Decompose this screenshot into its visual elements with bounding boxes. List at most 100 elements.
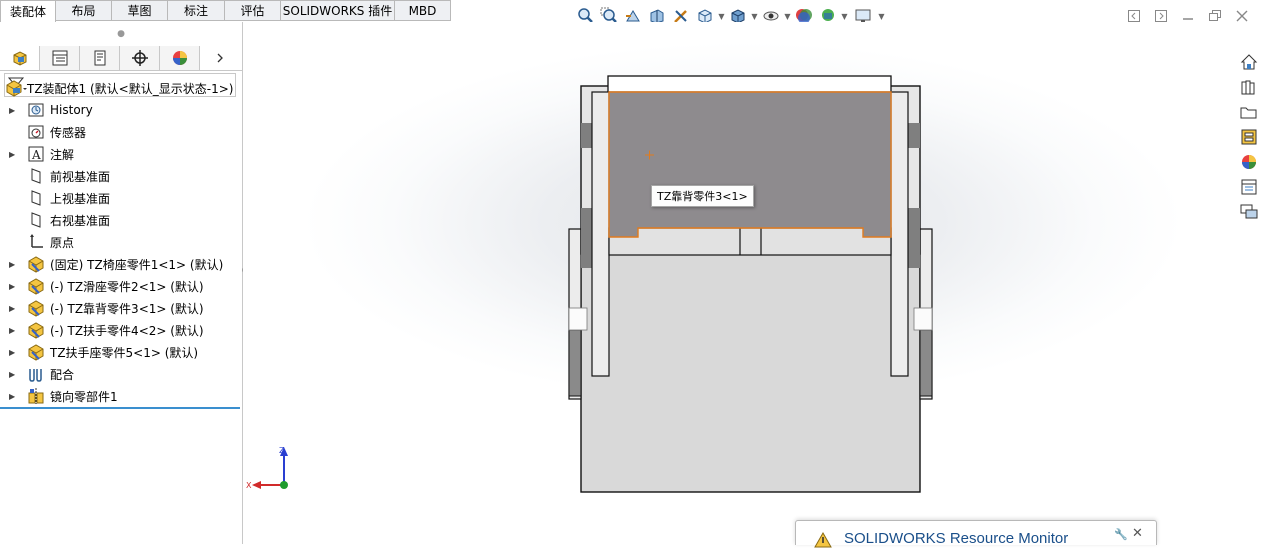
tree-item[interactable]: 右视基准面 — [0, 209, 242, 231]
tree-item-label: 配合 — [50, 367, 75, 382]
part-icon — [27, 343, 45, 361]
right-arm-shade — [919, 329, 933, 397]
left-frame-shade-2 — [581, 208, 593, 268]
view-palette-icon[interactable] — [1237, 125, 1261, 149]
feature-manager-tabs — [0, 46, 242, 71]
property-manager-tab-icon[interactable] — [40, 46, 80, 70]
tree-item[interactable]: 上视基准面 — [0, 187, 242, 209]
tree-end-marker — [0, 407, 240, 409]
tree-item[interactable]: ▶ 配合 — [0, 363, 242, 385]
left-arm-shade — [568, 329, 582, 397]
tree-item-label: 注解 — [50, 147, 75, 162]
tree-item[interactable]: ▶ (-) TZ滑座零件2<1> (默认) — [0, 275, 242, 297]
expand-arrow-icon[interactable]: ▶ — [9, 260, 17, 269]
custom-properties-icon[interactable] — [1237, 175, 1261, 199]
tab-sketch[interactable]: 草图 — [112, 0, 168, 21]
tab-assembly[interactable]: 装配体 — [0, 0, 56, 22]
expand-arrow-icon[interactable]: ▶ — [9, 106, 17, 115]
tab-markup[interactable]: 标注 — [168, 0, 225, 21]
reference-triad: Z X — [245, 442, 295, 497]
triad-z-label: Z — [279, 446, 285, 455]
component-tooltip: TZ靠背零件3<1> — [651, 185, 754, 207]
left-hinge — [568, 307, 588, 331]
tree-item-label: 右视基准面 — [50, 213, 111, 228]
close-popup-icon[interactable]: ✕ — [1132, 526, 1143, 541]
right-frame-shade-1 — [908, 123, 920, 148]
expand-arrow-icon[interactable]: ▶ — [9, 150, 17, 159]
tree-item[interactable]: ▶ 镜向零部件1 — [0, 385, 242, 407]
design-library-icon[interactable] — [1237, 75, 1261, 99]
tab-mbd[interactable]: MBD — [395, 0, 451, 21]
backrest-top-cap[interactable] — [607, 75, 892, 93]
configuration-manager-tab-icon[interactable] — [80, 46, 120, 70]
svg-text:A: A — [31, 148, 41, 162]
tree-item[interactable]: 前视基准面 — [0, 165, 242, 187]
tree-root-label: TZ装配体1 (默认<默认_显示状态-1>) — [27, 81, 234, 96]
panel-grip-icon[interactable]: ● — [0, 22, 242, 46]
sensor-icon — [27, 123, 45, 141]
display-manager-tab-icon[interactable] — [160, 46, 200, 70]
appearances-scenes-icon[interactable] — [1237, 150, 1261, 174]
tree-item[interactable]: ▶ (-) TZ靠背零件3<1> (默认) — [0, 297, 242, 319]
forum-icon[interactable] — [1237, 200, 1261, 224]
featuremanager-tree-tab-icon[interactable] — [0, 46, 40, 70]
tree-item-label: 镜向零部件1 — [50, 389, 118, 404]
mirror-component-icon — [27, 387, 45, 405]
tree-root-assembly[interactable]: TZ装配体1 (默认<默认_显示状态-1>) — [0, 77, 242, 99]
more-tabs-icon[interactable] — [200, 46, 240, 70]
pin-icon[interactable]: 🔧 — [1114, 528, 1128, 541]
warning-icon — [814, 532, 832, 548]
expand-arrow-icon[interactable]: ▶ — [9, 282, 17, 291]
resource-monitor-popup[interactable]: SOLIDWORKS Resource Monitor 🔧 ✕ — [795, 520, 1157, 548]
tree-item[interactable]: ▶ History — [0, 99, 242, 121]
tab-evaluate[interactable]: 评估 — [225, 0, 281, 21]
tree-item-label: (-) TZ扶手零件4<2> (默认) — [50, 323, 204, 338]
tree-item-label: (-) TZ靠背零件3<1> (默认) — [50, 301, 204, 316]
expand-arrow-icon[interactable]: ▶ — [9, 326, 17, 335]
left-frame-shade-1 — [581, 123, 593, 148]
graphics-viewport[interactable]: TZ靠背零件3<1> — [243, 22, 1235, 544]
tree-item[interactable]: ▶ A 注解 — [0, 143, 242, 165]
origin-icon — [27, 233, 45, 251]
resource-monitor-title: SOLIDWORKS Resource Monitor — [844, 530, 1069, 547]
tree-item[interactable]: ▶ (-) TZ扶手零件4<2> (默认) — [0, 319, 242, 341]
expand-arrow-icon[interactable]: ▶ — [9, 304, 17, 313]
plane-icon — [27, 167, 45, 185]
right-hinge — [913, 307, 933, 331]
part-icon — [27, 255, 45, 273]
command-manager-tabs: 装配体 布局 草图 标注 评估 SOLIDWORKS 插件 MBD — [0, 0, 451, 22]
history-icon — [27, 101, 45, 119]
assembly-icon — [5, 79, 23, 97]
tree-item[interactable]: ▶ (固定) TZ椅座零件1<1> (默认) — [0, 253, 242, 275]
left-slider[interactable] — [591, 91, 610, 377]
mates-icon — [27, 365, 45, 383]
tree-item-label: TZ扶手座零件5<1> (默认) — [50, 345, 199, 360]
tree-item-label: (固定) TZ椅座零件1<1> (默认) — [50, 257, 224, 272]
plane-icon — [27, 211, 45, 229]
right-slider[interactable] — [890, 91, 909, 377]
tree-item[interactable]: 原点 — [0, 231, 242, 253]
tree-item-label: 上视基准面 — [50, 191, 111, 206]
part-icon — [27, 299, 45, 317]
seat-body[interactable] — [580, 253, 921, 493]
dimxpert-manager-tab-icon[interactable] — [120, 46, 160, 70]
task-pane-tabs — [1237, 50, 1261, 225]
expand-arrow-icon[interactable]: ▶ — [9, 370, 17, 379]
home-icon[interactable] — [1237, 50, 1261, 74]
tab-solidworks-addins[interactable]: SOLIDWORKS 插件 — [281, 0, 395, 21]
middle-band[interactable] — [608, 227, 892, 256]
tree-item-label: 前视基准面 — [50, 169, 111, 184]
tree-item-label: 传感器 — [50, 125, 87, 140]
backrest-part-selected[interactable] — [608, 91, 892, 238]
tree-item[interactable]: ▶ TZ扶手座零件5<1> (默认) — [0, 341, 242, 363]
tab-layout[interactable]: 布局 — [56, 0, 112, 21]
tree-item[interactable]: 传感器 — [0, 121, 242, 143]
assembly-model-drawing[interactable] — [243, 22, 1235, 544]
part-icon — [27, 321, 45, 339]
file-explorer-icon[interactable] — [1237, 100, 1261, 124]
expand-arrow-icon[interactable]: ▶ — [9, 392, 17, 401]
annotation-icon: A — [27, 145, 45, 163]
expand-arrow-icon[interactable]: ▶ — [9, 348, 17, 357]
tree-item-label: (-) TZ滑座零件2<1> (默认) — [50, 279, 204, 294]
triad-x-label: X — [246, 481, 252, 490]
